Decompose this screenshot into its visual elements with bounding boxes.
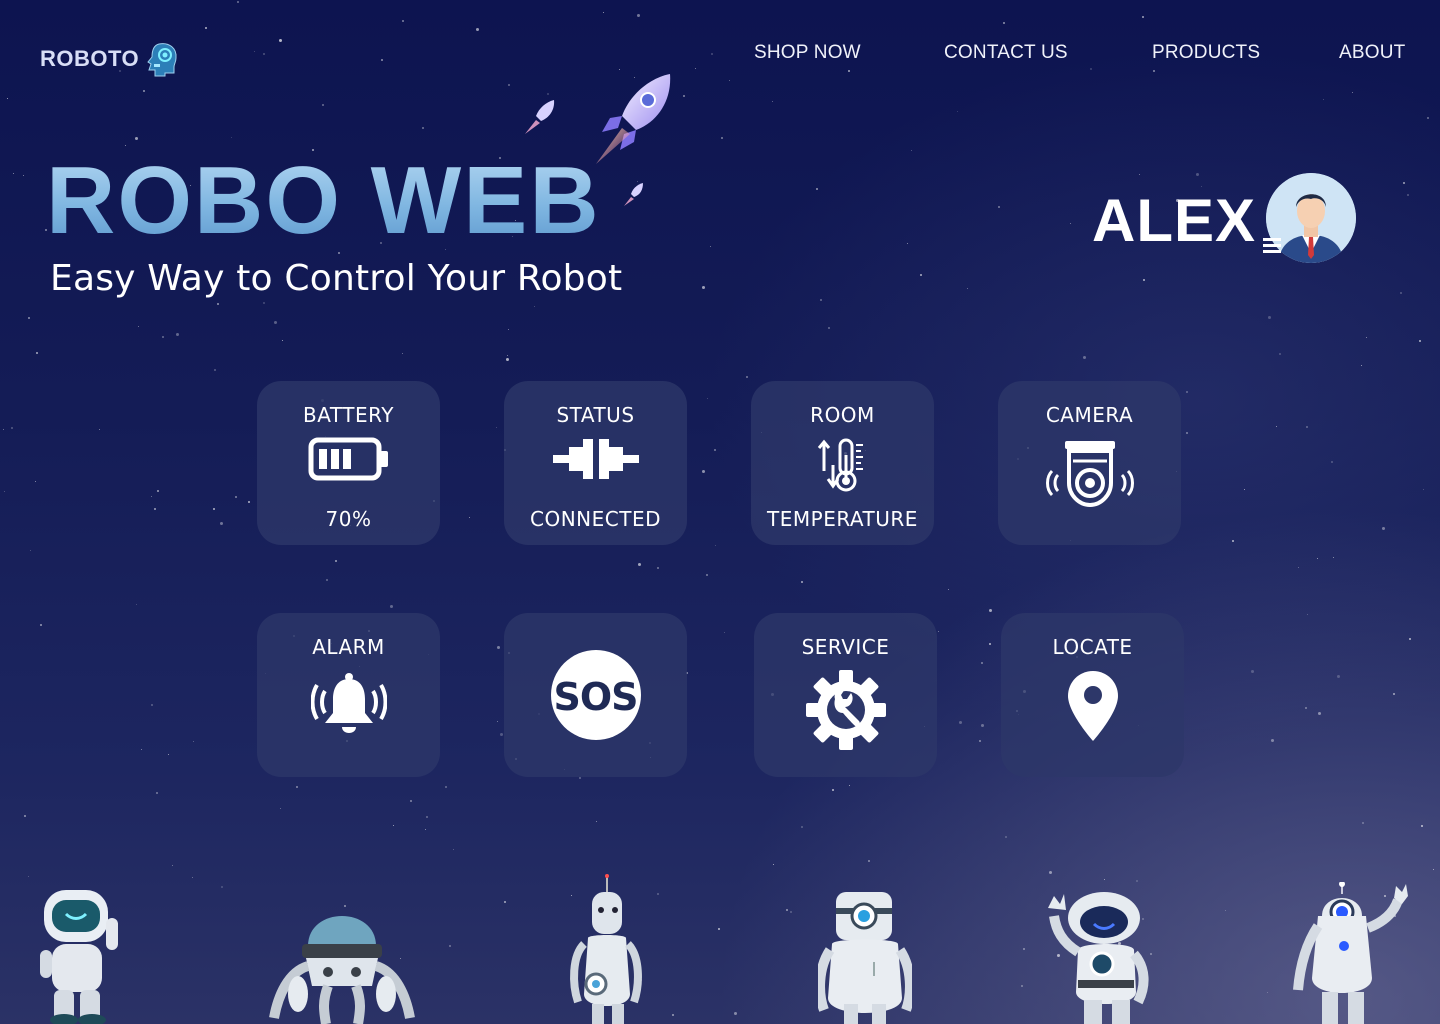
hero-subtitle: Easy Way to Control Your Robot (50, 258, 623, 299)
menu-icon[interactable] (1263, 238, 1283, 256)
battery-level-bar (342, 449, 351, 469)
tile-locate[interactable]: LOCATE (1001, 613, 1184, 777)
tile-sos[interactable]: SOS (504, 613, 687, 777)
tile-status-label: STATUS (556, 403, 635, 427)
tile-alarm[interactable]: ALARM (257, 613, 440, 777)
rocket-large-icon (596, 74, 671, 164)
tile-locate-label: LOCATE (1052, 635, 1133, 659)
user-name: ALEX (1092, 187, 1257, 254)
room-value: TEMPERATURE (767, 507, 918, 531)
robot-1-icon (40, 890, 118, 1024)
robot-4-icon (818, 892, 912, 1024)
tile-camera[interactable]: CAMERA (998, 381, 1181, 545)
robot-2-icon (269, 916, 415, 1024)
nav-products[interactable]: PRODUCTS (1152, 42, 1260, 64)
tile-status[interactable]: STATUS CONNECTED (504, 381, 687, 545)
tile-alarm-label: ALARM (312, 635, 385, 659)
rocket-small-icon (525, 100, 555, 134)
camera-icon (1045, 441, 1134, 508)
robot-3-icon (570, 874, 642, 1024)
robot-5-icon (1048, 892, 1149, 1024)
alarm-bell-icon (310, 673, 387, 733)
gear-wrench-icon (805, 670, 886, 750)
rocket-tiny-icon (624, 183, 643, 206)
tile-room-temperature[interactable]: ROOM TEMPERATURE (751, 381, 934, 545)
tile-camera-label: CAMERA (1045, 403, 1134, 427)
tile-room-label: ROOM (810, 403, 875, 427)
battery-level-bar (318, 449, 327, 469)
hero-title: ROBO WEB (46, 147, 601, 254)
nav-shop-now[interactable]: SHOP NOW (754, 42, 861, 64)
tile-battery[interactable]: BATTERY 70% (257, 381, 440, 545)
robot-6-icon (1293, 882, 1408, 1024)
plug-icon (552, 439, 639, 479)
tile-service-label: SERVICE (801, 635, 890, 659)
status-value: CONNECTED (530, 507, 661, 531)
location-pin-icon (1067, 671, 1118, 741)
tile-battery-label: BATTERY (303, 403, 394, 427)
nav-contact-us[interactable]: CONTACT US (944, 42, 1068, 64)
nav-about[interactable]: ABOUT (1339, 42, 1405, 64)
battery-level-bar (330, 449, 339, 469)
top-navigation: SHOP NOW CONTACT US PRODUCTS ABOUT (0, 42, 1440, 66)
tile-service[interactable]: SERVICE (754, 613, 937, 777)
sos-label: SOS (553, 675, 638, 719)
battery-icon (308, 437, 388, 481)
battery-value: 70% (325, 507, 372, 531)
thermometer-icon (817, 438, 863, 492)
